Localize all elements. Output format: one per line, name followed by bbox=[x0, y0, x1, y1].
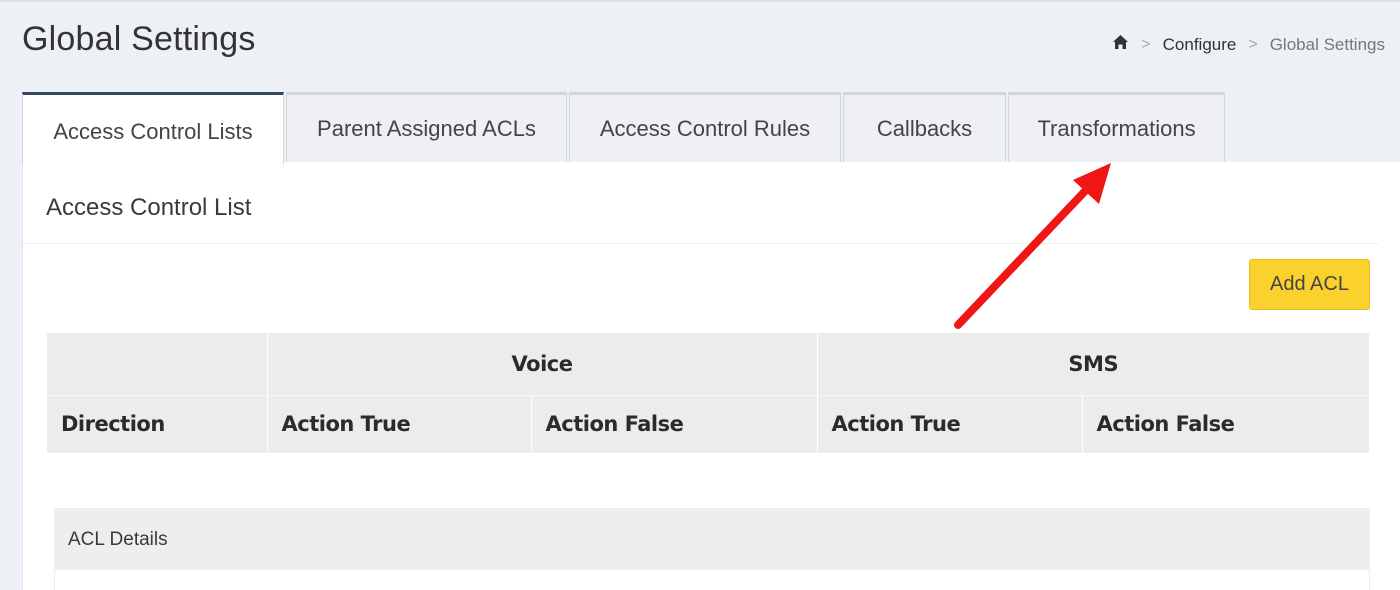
column-header-sms-action-false[interactable]: Action False bbox=[1082, 395, 1369, 453]
acl-details-title: ACL Details bbox=[68, 529, 168, 550]
table-header-empty bbox=[47, 333, 268, 396]
breadcrumb-separator: > bbox=[1248, 35, 1258, 53]
top-border bbox=[0, 0, 1400, 2]
table-group-voice: Voice bbox=[267, 333, 818, 396]
tab-access-control-rules[interactable]: Access Control Rules bbox=[569, 92, 841, 162]
acl-table: Voice SMS Direction Action True Action F… bbox=[47, 333, 1369, 453]
acl-details-header: ACL Details bbox=[54, 508, 1370, 570]
panel-title: Access Control List bbox=[46, 194, 252, 221]
table-group-header-row: Voice SMS bbox=[47, 333, 1369, 396]
tab-parent-assigned-acls[interactable]: Parent Assigned ACLs bbox=[286, 92, 567, 162]
breadcrumb-configure[interactable]: Configure bbox=[1163, 35, 1237, 55]
column-header-sms-action-true[interactable]: Action True bbox=[817, 395, 1083, 453]
tab-access-control-lists[interactable]: Access Control Lists bbox=[22, 92, 284, 164]
add-acl-button[interactable]: Add ACL bbox=[1249, 259, 1370, 310]
table-group-sms: SMS bbox=[817, 333, 1369, 396]
tab-callbacks[interactable]: Callbacks bbox=[843, 92, 1006, 162]
breadcrumb-global-settings: Global Settings bbox=[1269, 34, 1385, 54]
column-header-direction[interactable]: Direction bbox=[47, 395, 268, 453]
settings-tabs: Access Control Lists Parent Assigned ACL… bbox=[22, 92, 1227, 164]
column-header-voice-action-false[interactable]: Action False bbox=[531, 395, 818, 453]
acl-details-body bbox=[54, 570, 1370, 590]
acl-panel: Access Control List Add ACL Voice SMS Di… bbox=[22, 162, 1400, 590]
tab-transformations[interactable]: Transformations bbox=[1008, 92, 1225, 162]
breadcrumb: > Configure > Global Settings bbox=[1112, 34, 1385, 55]
home-icon[interactable] bbox=[1112, 34, 1129, 55]
breadcrumb-separator: > bbox=[1141, 35, 1151, 53]
table-column-header-row: Direction Action True Action False Actio… bbox=[47, 395, 1369, 453]
page-title: Global Settings bbox=[22, 20, 256, 58]
panel-heading: Access Control List bbox=[23, 162, 1379, 244]
column-header-voice-action-true[interactable]: Action True bbox=[267, 395, 532, 453]
